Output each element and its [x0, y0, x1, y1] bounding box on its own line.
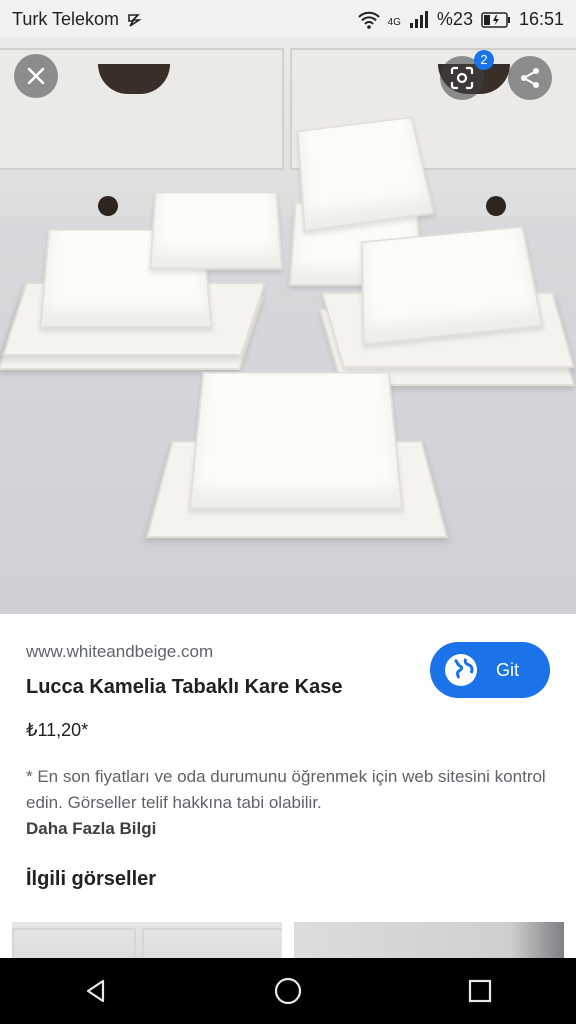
share-icon — [518, 66, 542, 90]
carrier-name: Turk Telekom — [12, 8, 120, 29]
visit-label: Git — [496, 659, 520, 680]
square-bowl — [188, 371, 404, 510]
price: ₺11,20* — [26, 720, 89, 740]
signal-icon — [409, 9, 429, 30]
related-image-thumbnail[interactable] — [12, 922, 282, 962]
lens-icon — [449, 65, 475, 91]
clock: 16:51 — [518, 8, 564, 29]
square-bowl — [360, 225, 544, 346]
back-icon[interactable] — [83, 978, 109, 1004]
related-images-heading: İlgili görseller — [26, 868, 157, 890]
battery-percent: %23 — [436, 8, 473, 29]
network-type: 4G — [387, 16, 401, 28]
status-left: Turk Telekom — [12, 9, 143, 30]
system-nav-bar — [0, 958, 576, 1024]
wifi-icon — [357, 9, 380, 30]
home-icon[interactable] — [274, 977, 302, 1005]
visit-button[interactable]: Git — [430, 642, 550, 698]
related-image-thumbnail[interactable] — [294, 922, 564, 962]
drawer-knob — [486, 196, 506, 216]
recents-icon[interactable] — [467, 978, 493, 1004]
product-image[interactable]: 2 — [0, 38, 576, 614]
close-button[interactable] — [14, 54, 58, 98]
square-bowl — [149, 191, 283, 270]
disclaimer-block: * En son fiyatları ve oda durumunu öğren… — [26, 764, 546, 842]
share-button[interactable] — [508, 56, 552, 100]
square-bowl — [296, 116, 435, 233]
more-info-link[interactable]: Daha Fazla Bilgi — [26, 816, 546, 842]
thumbnail-drawer — [142, 928, 282, 962]
lens-badge: 2 — [474, 50, 494, 70]
thumbnail-drawer — [12, 928, 136, 962]
disclaimer-text: * En son fiyatları ve oda durumunu öğren… — [26, 767, 546, 812]
battery-icon — [481, 9, 511, 30]
status-right: 4G %23 16:51 — [357, 8, 564, 30]
status-bar: Turk Telekom 4G %23 16:51 — [0, 0, 576, 38]
data-saver-icon — [127, 9, 143, 30]
globe-icon — [444, 653, 478, 687]
close-icon — [26, 66, 46, 86]
drawer-knob — [98, 196, 118, 216]
